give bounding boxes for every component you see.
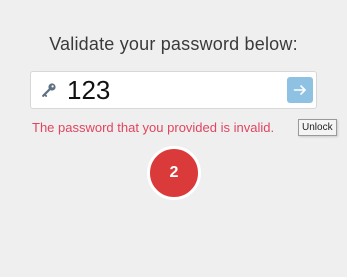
page-heading: Validate your password below: [49, 34, 298, 54]
password-field[interactable] [30, 71, 317, 109]
attempt-count: 2 [169, 164, 179, 181]
unlock-tooltip: Unlock [298, 119, 337, 136]
attempt-count-badge: 2 [147, 146, 201, 200]
password-input[interactable] [67, 75, 267, 105]
submit-button[interactable] [287, 77, 313, 103]
key-icon [41, 82, 57, 98]
error-message: The password that you provided is invali… [32, 120, 275, 135]
arrow-right-icon [293, 85, 306, 95]
